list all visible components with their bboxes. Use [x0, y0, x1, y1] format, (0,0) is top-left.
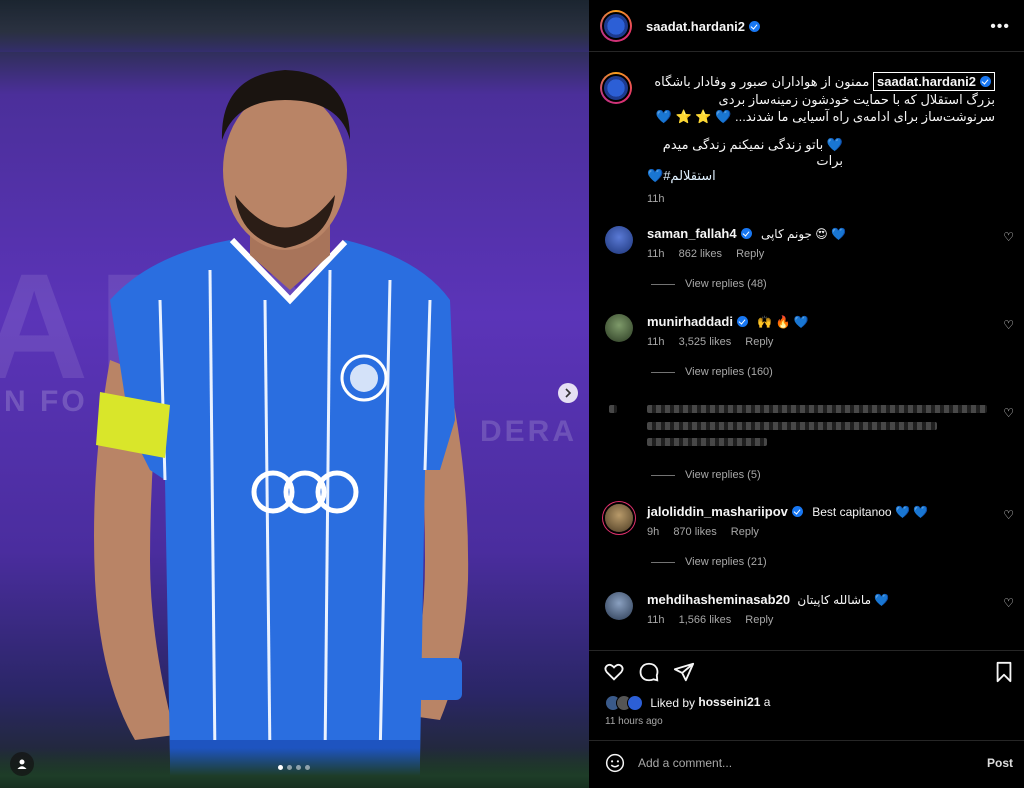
liked-by: Liked by hosseini21 a [605, 695, 770, 711]
blurred-text [647, 438, 767, 446]
liker-avatar [627, 695, 643, 711]
carousel-dot [305, 765, 310, 770]
comment-meta: 11h 1,566 likes Reply [647, 614, 784, 626]
commenter-avatar[interactable] [605, 504, 633, 532]
comment-meta: 9h 870 likes Reply [647, 526, 770, 538]
header-username[interactable]: saadat.hardani2 [646, 19, 745, 34]
tag-user-icon[interactable] [10, 752, 34, 776]
player-figure [94, 70, 469, 788]
view-replies[interactable]: View replies (21) [651, 556, 767, 568]
post-button[interactable]: Post [987, 756, 1013, 770]
heart-icon[interactable]: ♡ [1003, 318, 1014, 332]
reply-button[interactable]: Reply [745, 614, 773, 626]
view-replies[interactable]: View replies (48) [651, 278, 767, 290]
liked-by-prefix: Liked by [650, 696, 696, 710]
reply-button[interactable]: Reply [736, 248, 764, 260]
comment-likes[interactable]: 862 likes [679, 248, 722, 260]
comment-likes[interactable]: 1,566 likes [679, 614, 732, 626]
comment-text: ماشالله کاپیتان 💙 [797, 593, 890, 607]
verified-icon [980, 76, 991, 87]
add-comment-bar: Add a comment... Post [589, 740, 1024, 788]
comment-line: munirhaddadi 🙌 🔥 💙 [647, 314, 809, 330]
comment-icon[interactable] [638, 661, 660, 683]
comment-time: 11h [647, 248, 665, 260]
comment-likes[interactable]: 3,525 likes [679, 336, 732, 348]
heart-icon[interactable]: ♡ [1003, 596, 1014, 610]
carousel-dot [278, 765, 283, 770]
post-time: 11 hours ago [605, 716, 663, 727]
commenter-username[interactable]: mehdihasheminasab20 [647, 592, 790, 607]
verified-icon [736, 316, 748, 327]
heart-icon[interactable] [603, 661, 625, 683]
comment-meta: 11h 3,525 likes Reply [647, 336, 784, 348]
caption-username-label: saadat.hardani2 [877, 74, 976, 89]
verified-icon [791, 506, 803, 517]
carousel-dots [278, 765, 310, 770]
post-photo[interactable]: AFC N FO DERA [0, 0, 589, 788]
comment-line: jaloliddin_mashariipov Best capitanoo 💙 … [647, 504, 928, 520]
comment-meta: 11h 862 likes Reply [647, 248, 775, 260]
verified-icon [749, 21, 760, 32]
carousel-dot [287, 765, 292, 770]
liked-by-suffix: a [763, 695, 771, 710]
heart-emoji: 💙 [647, 168, 664, 183]
view-replies[interactable]: View replies (160) [651, 366, 773, 378]
commenter-username[interactable]: munirhaddadi [647, 314, 733, 329]
comment-line: saman_fallah4 جونم کاپی 😍 💙 [647, 226, 846, 242]
commenter-username[interactable]: jaloliddin_mashariipov [647, 504, 788, 519]
next-arrow-icon[interactable] [558, 383, 578, 403]
header-user: saadat.hardani2 [646, 18, 760, 36]
blurred-text [647, 422, 937, 430]
heart-icon[interactable]: ♡ [1003, 406, 1014, 420]
action-bar [589, 650, 1024, 690]
heart-icon[interactable]: ♡ [1003, 230, 1014, 244]
comment-text: Best capitanoo 💙 💙 [812, 505, 929, 519]
caption-username[interactable]: saadat.hardani2 [873, 72, 995, 91]
blurred-text [609, 405, 617, 413]
reply-button[interactable]: Reply [731, 526, 759, 538]
bookmark-icon[interactable] [993, 661, 1015, 683]
avatar[interactable] [600, 10, 632, 42]
view-replies[interactable]: View replies (5) [651, 469, 761, 481]
comment-time: 9h [647, 526, 660, 538]
comment-time: 11h [647, 336, 665, 348]
commenter-avatar[interactable] [605, 314, 633, 342]
blurred-text [647, 405, 987, 413]
share-icon[interactable] [673, 661, 695, 683]
carousel-dot [296, 765, 301, 770]
caption-hashtag-row: 💙#استقلالم [647, 168, 716, 184]
hashtag-link[interactable]: #استقلالم [663, 168, 716, 183]
heart-icon[interactable]: ♡ [1003, 508, 1014, 522]
commenter-avatar[interactable] [605, 226, 633, 254]
liked-by-user[interactable]: hosseini21 [698, 695, 760, 709]
comments-panel: saadat.hardani2 ••• saadat.hardani2 ممنو… [589, 0, 1024, 788]
comment-likes[interactable]: 870 likes [673, 526, 716, 538]
more-icon[interactable]: ••• [990, 18, 1010, 36]
post-header: saadat.hardani2 ••• [589, 0, 1024, 52]
reply-button[interactable]: Reply [745, 336, 773, 348]
commenter-avatar[interactable] [605, 592, 633, 620]
comment-text: جونم کاپی 😍 💙 [760, 227, 847, 241]
comment-text: 🙌 🔥 💙 [757, 315, 809, 329]
caption-time: 11h [647, 193, 665, 205]
comment-time: 11h [647, 614, 665, 626]
caption-text: saadat.hardani2 ممنون از هواداران صبور و… [647, 72, 995, 125]
caption-avatar[interactable] [600, 72, 632, 104]
caption-line2: 💙 باتو زندگی نمیکنم زندگی میدم برات [662, 137, 843, 168]
verified-icon [740, 228, 752, 239]
add-comment-input[interactable]: Add a comment... [638, 756, 732, 770]
commenter-username[interactable]: saman_fallah4 [647, 226, 737, 241]
comment-line: mehdihasheminasab20 ماشالله کاپیتان 💙 [647, 592, 889, 608]
emoji-icon[interactable] [605, 753, 625, 773]
